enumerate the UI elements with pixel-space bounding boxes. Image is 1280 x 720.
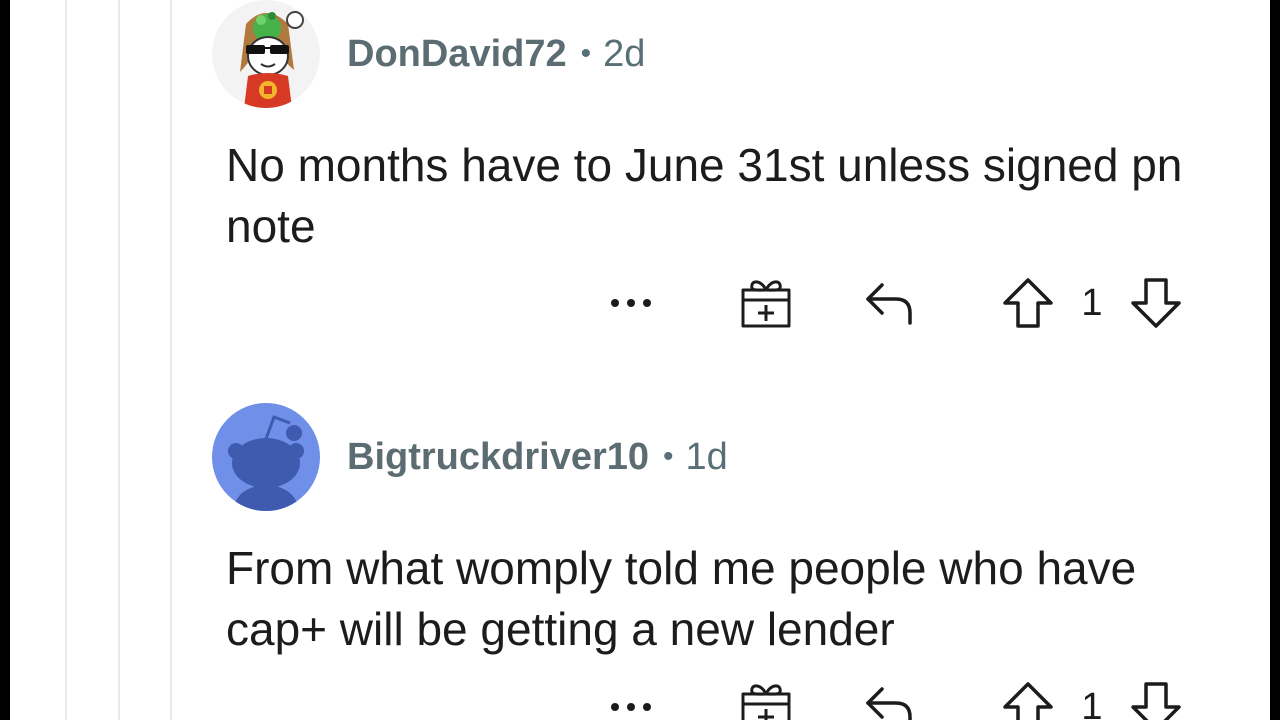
- thread-line-outer[interactable]: [65, 0, 67, 720]
- meta-separator: •: [580, 37, 592, 70]
- avatar[interactable]: [212, 0, 320, 108]
- more-options-icon[interactable]: [606, 677, 656, 720]
- comment-meta: Bigtruckdriver10 • 1d: [347, 432, 728, 482]
- award-icon[interactable]: [736, 273, 796, 333]
- award-icon[interactable]: [736, 677, 796, 720]
- username[interactable]: DonDavid72: [347, 33, 567, 76]
- vote-score: 1: [1081, 281, 1103, 324]
- vote-score: 1: [1081, 685, 1103, 720]
- thread-line-inner[interactable]: [170, 0, 172, 720]
- upvote-icon[interactable]: [1000, 273, 1056, 333]
- comment-age: 1d: [685, 435, 728, 478]
- downvote-icon[interactable]: [1128, 677, 1184, 720]
- upvote-icon[interactable]: [1000, 677, 1056, 720]
- username[interactable]: Bigtruckdriver10: [347, 436, 649, 479]
- meta-separator: •: [663, 440, 674, 473]
- comment-actions: 1: [10, 273, 1270, 333]
- comment-actions: 1: [10, 677, 1270, 720]
- comment-body: No months have to June 31st unless signe…: [226, 139, 1183, 252]
- comment-thread-screen: DonDavid72 • 2d No months have to June 3…: [10, 0, 1270, 720]
- avatar[interactable]: [212, 403, 320, 511]
- more-options-icon[interactable]: [606, 273, 656, 333]
- default-snoo-avatar-icon: [212, 403, 320, 511]
- thread-line-middle[interactable]: [118, 0, 120, 720]
- reply-icon[interactable]: [858, 677, 918, 720]
- custom-avatar-character-icon: [212, 0, 320, 108]
- comment-body: From what womply told me people who have…: [226, 542, 1137, 655]
- comment-meta: DonDavid72 • 2d: [347, 29, 645, 79]
- reply-icon[interactable]: [858, 273, 918, 333]
- comment-age: 2d: [603, 32, 646, 75]
- downvote-icon[interactable]: [1128, 273, 1184, 333]
